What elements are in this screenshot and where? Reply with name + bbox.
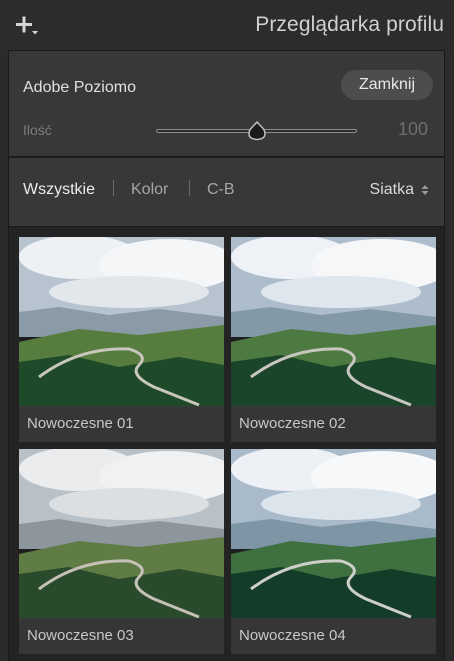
profile-tile-02[interactable]: Nowoczesne 02 — [231, 237, 436, 442]
profile-tile-01[interactable]: Nowoczesne 01 — [19, 237, 224, 442]
filter-all[interactable]: Wszystkie — [23, 181, 95, 199]
plus-with-dropdown-icon — [16, 16, 38, 35]
landscape-thumbnail — [19, 449, 224, 619]
filter-separator — [113, 180, 114, 196]
profile-tile-03[interactable]: Nowoczesne 03 — [19, 449, 224, 654]
slider-thumb-icon — [247, 121, 266, 141]
landscape-thumbnail — [19, 237, 224, 407]
profile-grid: Nowoczesne 01 Nowoczesne 02 Nowoczesne 0… — [8, 227, 445, 661]
add-profile-button[interactable] — [14, 14, 40, 38]
panel-header: Przeglądarka profilu — [0, 0, 454, 50]
profile-tile-label: Nowoczesne 01 — [19, 406, 224, 442]
filter-separator — [189, 180, 190, 196]
filter-color[interactable]: Kolor — [131, 181, 168, 199]
profile-tile-label: Nowoczesne 04 — [231, 618, 436, 654]
profile-filter-bar: Wszystkie Kolor C-B Siatka — [9, 158, 444, 228]
profile-tile-04[interactable]: Nowoczesne 04 — [231, 449, 436, 654]
profile-tile-label: Nowoczesne 03 — [19, 618, 224, 654]
amount-value: 100 — [397, 119, 428, 139]
profile-name: Adobe Poziomo — [23, 79, 136, 96]
filter-bw[interactable]: C-B — [207, 181, 235, 199]
profile-tile-label: Nowoczesne 02 — [231, 406, 436, 442]
panel-title: Przeglądarka profilu — [255, 13, 444, 36]
landscape-thumbnail — [231, 237, 436, 407]
view-mode-select[interactable]: Siatka — [370, 181, 430, 199]
amount-label: Ilość — [23, 122, 52, 138]
profile-settings: Adobe Poziomo Zamknij Ilość 100 Wszystki… — [8, 50, 445, 227]
view-mode-label: Siatka — [369, 181, 414, 198]
landscape-thumbnail — [231, 449, 436, 619]
close-button[interactable]: Zamknij — [341, 70, 433, 100]
amount-slider[interactable] — [156, 121, 357, 141]
up-down-arrows-icon — [421, 185, 429, 195]
slider-thumb[interactable] — [247, 121, 266, 141]
